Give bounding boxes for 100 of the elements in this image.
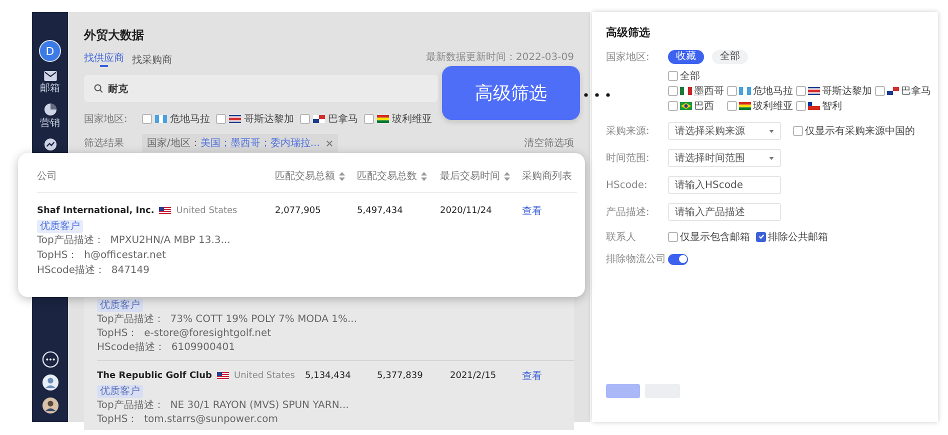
mail-icon[interactable]	[44, 71, 56, 81]
update-time: 最新数据更新时间：2022-03-09	[426, 52, 574, 65]
checkbox[interactable]	[668, 86, 678, 96]
checkbox[interactable]	[875, 86, 885, 96]
select-field[interactable]: 请选择采购来源	[668, 122, 781, 140]
option-label[interactable]: 全部	[680, 68, 700, 82]
column-header: 匹配交易总数	[357, 170, 417, 183]
checkbox[interactable]	[668, 232, 678, 242]
caret-icon	[769, 130, 774, 132]
table-cell-text: 5,134,434	[305, 371, 352, 381]
checkbox[interactable]	[668, 70, 678, 80]
view-link[interactable]: 查看	[522, 369, 574, 383]
checkbox[interactable]	[300, 114, 310, 124]
primary-button[interactable]	[606, 384, 640, 398]
flag-icon	[313, 115, 325, 123]
page-title: 外贸大数据	[84, 28, 145, 43]
checkbox[interactable]	[668, 100, 678, 110]
column-header: 匹配交易总额	[275, 170, 335, 183]
country-label[interactable]: 玻利维亚	[753, 98, 793, 112]
tab[interactable]: 找采购商	[132, 55, 172, 69]
company-name[interactable]: Shaf International, Inc.	[37, 206, 154, 216]
select-field[interactable]: 请选择时间范围	[668, 149, 781, 167]
field-label: 产品描述:	[606, 206, 650, 219]
company-name[interactable]: The Republic Golf Club	[97, 371, 212, 381]
customer-tag: 优质客户	[97, 299, 143, 312]
pie-chart-icon[interactable]	[44, 103, 56, 116]
sort-icon[interactable]	[504, 172, 510, 180]
tab[interactable]: 找供应商	[84, 53, 124, 69]
field-label: 国家地区:	[606, 50, 650, 64]
avatar-icon[interactable]	[42, 374, 58, 391]
checkbox[interactable]	[364, 114, 374, 124]
checkbox[interactable]	[142, 114, 152, 124]
country-label[interactable]: 智利	[822, 98, 842, 112]
toggle-switch[interactable]	[668, 254, 688, 264]
flag-icon	[887, 86, 899, 94]
flag-icon	[680, 86, 692, 94]
close-icon[interactable]	[326, 140, 333, 146]
checkbox[interactable]	[796, 86, 806, 96]
checkbox[interactable]	[793, 126, 803, 136]
nav-label[interactable]: 邮箱	[40, 83, 60, 94]
flag-icon	[217, 372, 229, 380]
view-link[interactable]: 查看	[522, 204, 542, 218]
country-label[interactable]: 哥斯达黎加	[244, 112, 294, 126]
detail-text: Top产品描述： 73% COTT 19% POLY 7% MODA 1%...	[97, 313, 358, 326]
country-label[interactable]: 玻利维亚	[392, 112, 432, 126]
input-field[interactable]: 请输入产品描述	[668, 203, 781, 221]
checkbox[interactable]	[727, 100, 737, 110]
clear-link[interactable]: 清空筛选项	[524, 136, 574, 150]
flag-icon	[739, 102, 751, 110]
field-label: 排除物流公司	[606, 252, 667, 266]
customer-tag: 优质客户	[97, 385, 143, 398]
country-text: United States	[234, 371, 295, 381]
sort-icon[interactable]	[421, 172, 427, 180]
flag-icon	[808, 86, 820, 94]
option-label[interactable]: 仅显示包含邮箱	[680, 230, 750, 244]
country-label[interactable]: 巴拿马	[328, 112, 358, 126]
panel-title: 高级筛选	[606, 26, 651, 40]
detail-text: TopHS： h@officestar.net	[37, 249, 166, 263]
filter-label: 筛选结果	[84, 136, 125, 150]
option-label[interactable]: 排除公共邮箱	[768, 230, 828, 244]
input-field[interactable]: 请输入HScode	[668, 176, 781, 194]
user-avatar[interactable]: D	[39, 40, 61, 62]
search-field[interactable]: 耐克	[84, 75, 438, 102]
country-label[interactable]: 危地马拉	[170, 112, 210, 126]
table-cell-text: 2021/2/15	[450, 371, 498, 381]
checkbox[interactable]	[796, 100, 806, 110]
country-label[interactable]: 巴拿马	[901, 84, 931, 98]
trend-icon[interactable]	[44, 138, 56, 151]
nav-label[interactable]: 营销	[40, 118, 60, 129]
detail-text: HScode描述： 6109900401	[97, 341, 235, 354]
country-label[interactable]: 危地马拉	[753, 84, 793, 98]
detail-text: HScode描述： 847149	[37, 264, 150, 278]
filter-chip[interactable]: 全部	[712, 50, 748, 64]
filter-chip[interactable]: 收藏	[668, 50, 704, 64]
filter-chip[interactable]: 国家/地区：美国；墨西哥；委内瑞拉...	[142, 134, 338, 152]
caret-icon	[769, 156, 774, 160]
country-label[interactable]: 墨西哥	[694, 84, 724, 98]
field-label: 联系人	[606, 230, 637, 244]
table-cell-text: 5,377,839	[377, 371, 424, 381]
option-label[interactable]: 仅显示有采购来源中国的	[805, 124, 915, 138]
country-text: United States	[176, 206, 238, 216]
detail-text: TopHS： tom.starrs@sunpower.com	[97, 413, 278, 426]
sort-icon[interactable]	[339, 172, 345, 180]
column-header: 采购商列表	[522, 170, 572, 183]
checkbox[interactable]	[756, 232, 766, 242]
checkbox[interactable]	[727, 86, 737, 96]
avatar-icon[interactable]	[42, 397, 58, 414]
flag-icon	[155, 115, 167, 123]
field-label: 时间范围:	[606, 152, 650, 165]
country-label[interactable]: 哥斯达黎加	[822, 84, 872, 98]
detail-text: TopHS： e-store@foresightgolf.net	[97, 327, 272, 340]
field-label: 采购来源:	[606, 124, 650, 138]
checkbox[interactable]	[216, 114, 226, 124]
column-header: 公司	[37, 170, 57, 183]
more-icon[interactable]	[42, 351, 58, 368]
column-header: 最后交易时间	[440, 170, 500, 183]
flag-icon	[377, 115, 389, 123]
country-label[interactable]: 巴西	[694, 98, 714, 112]
filter-label: 国家地区:	[84, 112, 128, 126]
customer-tag: 优质客户	[37, 220, 83, 233]
